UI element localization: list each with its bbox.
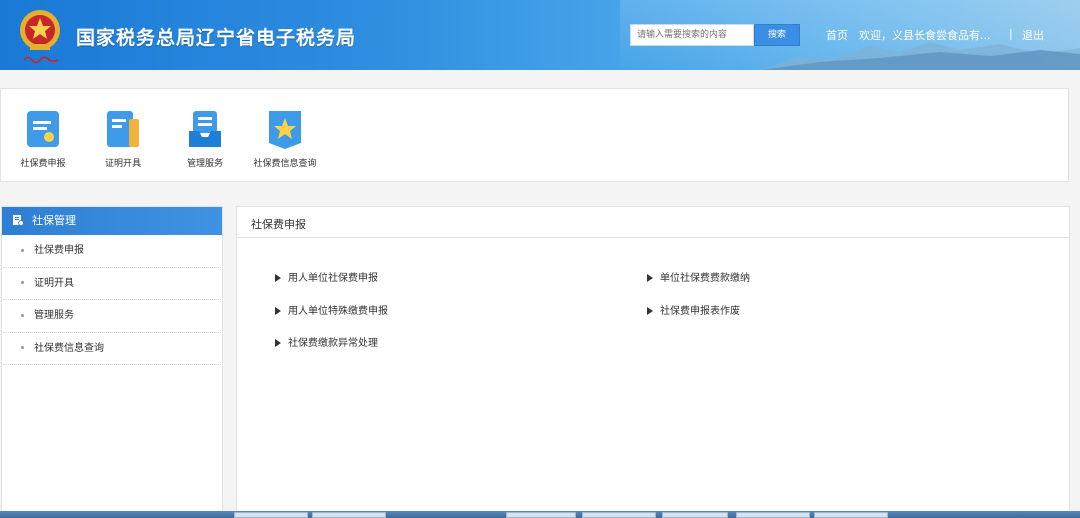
search-input[interactable] <box>630 24 754 46</box>
link-label: 用人单位社保费申报 <box>288 273 378 284</box>
link-unit-sbf-payment[interactable]: 单位社保费费款缴纳 <box>647 269 750 284</box>
main-panel: 社保费申报 用人单位社保费申报 单位社保费费款缴纳 用人单位特殊缴费申报 社保费… <box>236 206 1070 518</box>
sidebar-item-manage-service[interactable]: 管理服务 <box>3 300 221 333</box>
taskbar-button[interactable] <box>582 512 656 518</box>
quick-item-sbf-query[interactable]: 社保费信息查询 <box>251 109 319 169</box>
logout-link[interactable]: 退出 <box>1022 27 1044 43</box>
triangle-right-icon <box>275 307 281 315</box>
bullet-icon <box>21 248 24 252</box>
sidebar-item-label: 社保费信息查询 <box>34 342 104 354</box>
link-employer-sbf-declare[interactable]: 用人单位社保费申报 <box>275 269 378 284</box>
bullet-icon <box>21 346 24 349</box>
sidebar-item-label: 管理服务 <box>34 310 74 321</box>
star-badge-icon <box>269 111 301 149</box>
quick-item-label: 社保费信息查询 <box>253 159 317 169</box>
quick-menu-bar: 社保费申报 证明开具 管理服务 社保费信息查询 <box>0 88 1069 182</box>
sidebar-item-label: 证明开具 <box>34 277 74 289</box>
site-header: 国家税务总局辽宁省电子税务局 搜索 首页 欢迎，义县长食尝食品有... | 退出 <box>0 0 1080 70</box>
tax-emblem-icon <box>20 10 60 50</box>
bullet-icon <box>21 313 24 317</box>
emblem-signature-icon <box>23 56 59 64</box>
triangle-right-icon <box>647 274 653 282</box>
triangle-right-icon <box>275 339 281 347</box>
taskbar-button[interactable] <box>234 512 308 518</box>
taskbar-button[interactable] <box>736 512 810 518</box>
nav-separator: | <box>1009 27 1013 40</box>
quick-item-manage-service[interactable]: 管理服务 <box>179 109 231 169</box>
link-label: 用人单位特殊缴费申报 <box>288 306 388 317</box>
taskbar-button[interactable] <box>506 512 576 518</box>
sidebar-title: 社保管理 <box>32 214 76 227</box>
sidebar-item-sbf-query[interactable]: 社保费信息查询 <box>3 333 221 365</box>
search-button[interactable]: 搜索 <box>754 24 800 46</box>
link-label: 单位社保费费款缴纳 <box>660 273 750 284</box>
triangle-right-icon <box>647 307 653 315</box>
document-icon <box>27 111 59 147</box>
quick-item-label: 管理服务 <box>186 159 223 169</box>
site-title: 国家税务总局辽宁省电子税务局 <box>76 27 357 49</box>
link-declaration-void[interactable]: 社保费申报表作废 <box>647 302 740 317</box>
sidebar-item-certificate[interactable]: 证明开具 <box>3 268 221 300</box>
sidebar-header: 社保管理 <box>2 207 222 235</box>
taskbar-button[interactable] <box>662 512 728 518</box>
quick-item-sbf-declare[interactable]: 社保费申报 <box>17 109 69 169</box>
sidebar-item-label: 社保费申报 <box>34 245 84 256</box>
bullet-icon <box>21 281 24 284</box>
sidebar-item-sbf-declare[interactable]: 社保费申报 <box>3 235 221 268</box>
certificate-icon <box>107 111 139 147</box>
tray-icon <box>189 111 221 147</box>
taskbar-button[interactable] <box>312 512 386 518</box>
home-link[interactable]: 首页 <box>826 27 848 43</box>
panel-title: 社保费申报 <box>237 207 1069 238</box>
triangle-right-icon <box>275 274 281 282</box>
quick-item-certificate[interactable]: 证明开具 <box>97 109 149 169</box>
sidebar: 社保管理 社保费申报 证明开具 管理服务 社保费信息查询 <box>1 206 223 518</box>
quick-item-label: 证明开具 <box>104 159 141 169</box>
document-gear-icon <box>13 215 24 226</box>
quick-item-label: 社保费申报 <box>20 159 66 169</box>
link-payment-exception[interactable]: 社保费缴款异常处理 <box>275 334 378 349</box>
taskbar-button[interactable] <box>814 512 888 518</box>
welcome-user-text: 欢迎，义县长食尝食品有... <box>859 29 991 42</box>
link-special-payment-declare[interactable]: 用人单位特殊缴费申报 <box>275 302 388 317</box>
os-taskbar <box>0 511 1080 518</box>
link-label: 社保费申报表作废 <box>660 306 740 317</box>
link-label: 社保费缴款异常处理 <box>288 338 378 349</box>
